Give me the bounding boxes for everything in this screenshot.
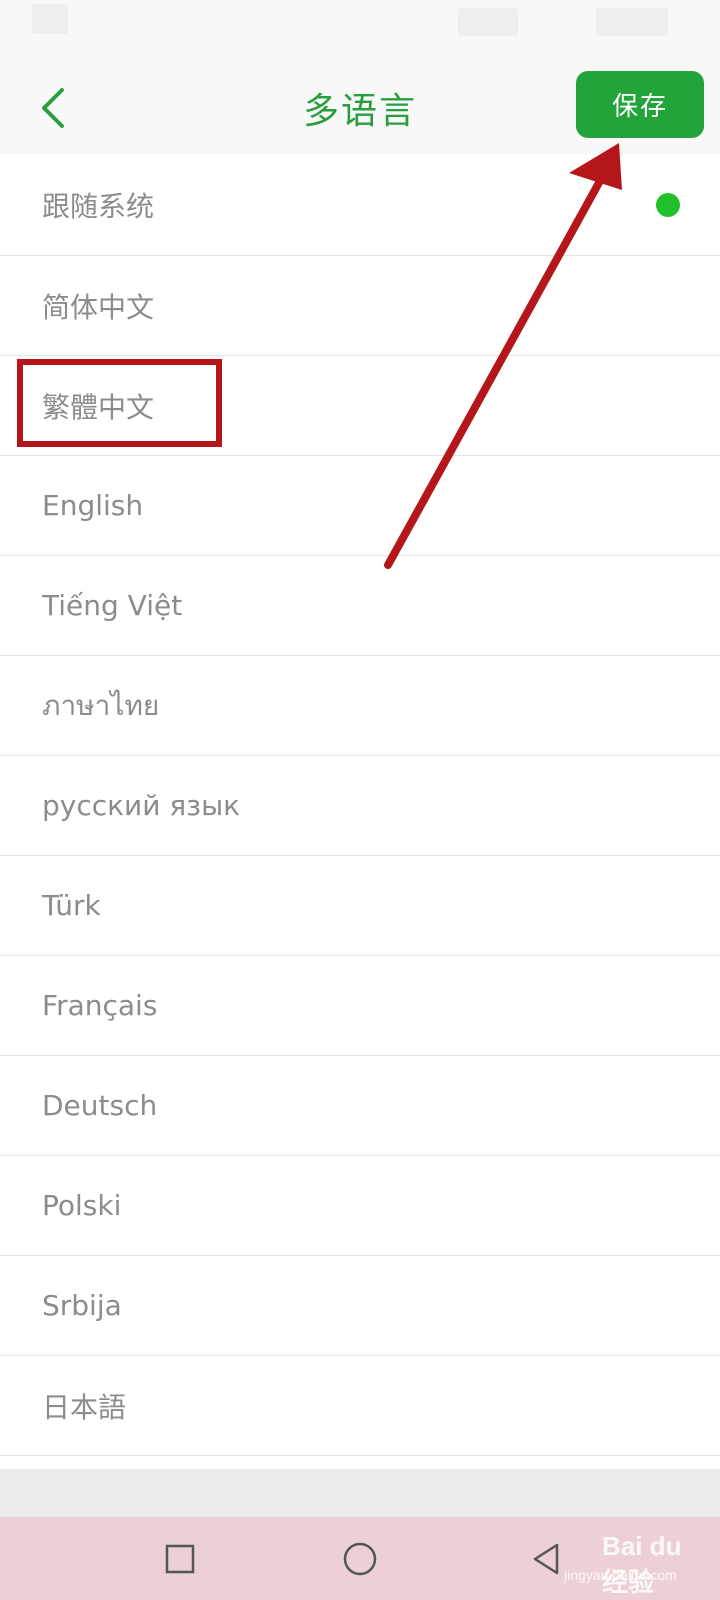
language-label: English [42, 489, 144, 522]
recent-apps-icon [165, 1544, 195, 1573]
language-label: 繁體中文 [42, 390, 155, 424]
list-footer [0, 1469, 720, 1517]
language-label: Deutsch [42, 1089, 158, 1122]
language-label: Polski [42, 1189, 122, 1222]
system-navigation-bar [0, 1517, 720, 1600]
language-item-serbian[interactable]: Srbija [0, 1256, 720, 1356]
language-label: Srbija [42, 1289, 122, 1322]
language-item-russian[interactable]: русский язык [0, 756, 720, 856]
status-bar-battery-icon [596, 8, 668, 36]
language-label: 跟随系统 [42, 190, 155, 223]
language-item-thai[interactable]: ภาษาไทย [0, 656, 720, 756]
back-button[interactable] [30, 78, 76, 138]
language-item-japanese[interactable]: 日本語 [0, 1356, 720, 1456]
home-button[interactable] [320, 1517, 400, 1600]
header: 多语言 保存 [0, 60, 720, 155]
language-item-english[interactable]: English [0, 456, 720, 556]
language-item-vietnamese[interactable]: Tiếng Việt [0, 556, 720, 656]
back-triangle-icon [533, 1543, 559, 1574]
chevron-left-icon [42, 88, 64, 128]
home-icon [343, 1542, 377, 1575]
language-item-french[interactable]: Français [0, 956, 720, 1056]
language-list: 跟随系统 简体中文 繁體中文 English Tiếng Việt ภาษาไท… [0, 155, 720, 1456]
language-item-turkish[interactable]: Türk [0, 856, 720, 956]
system-back-button[interactable] [506, 1517, 586, 1600]
status-bar-left-icon [32, 4, 68, 34]
language-item-german[interactable]: Deutsch [0, 1056, 720, 1156]
language-item-traditional-chinese[interactable]: 繁體中文 [0, 356, 720, 456]
status-bar-signal-icon [458, 8, 518, 36]
language-label: 简体中文 [42, 290, 155, 324]
language-item-simplified-chinese[interactable]: 简体中文 [0, 256, 720, 356]
recent-apps-button[interactable] [140, 1517, 220, 1600]
language-item-follow-system[interactable]: 跟随系统 [0, 155, 720, 256]
language-label: ภาษาไทย [42, 688, 160, 722]
language-label: русский язык [42, 789, 241, 822]
selected-indicator [656, 193, 680, 217]
language-item-polish[interactable]: Polski [0, 1156, 720, 1256]
language-label: 日本語 [42, 1390, 127, 1424]
status-bar [0, 0, 720, 60]
language-label: Français [42, 989, 158, 1022]
language-label: Tiếng Việt [42, 589, 183, 622]
language-label: Türk [42, 889, 101, 922]
save-button[interactable]: 保存 [576, 71, 704, 138]
